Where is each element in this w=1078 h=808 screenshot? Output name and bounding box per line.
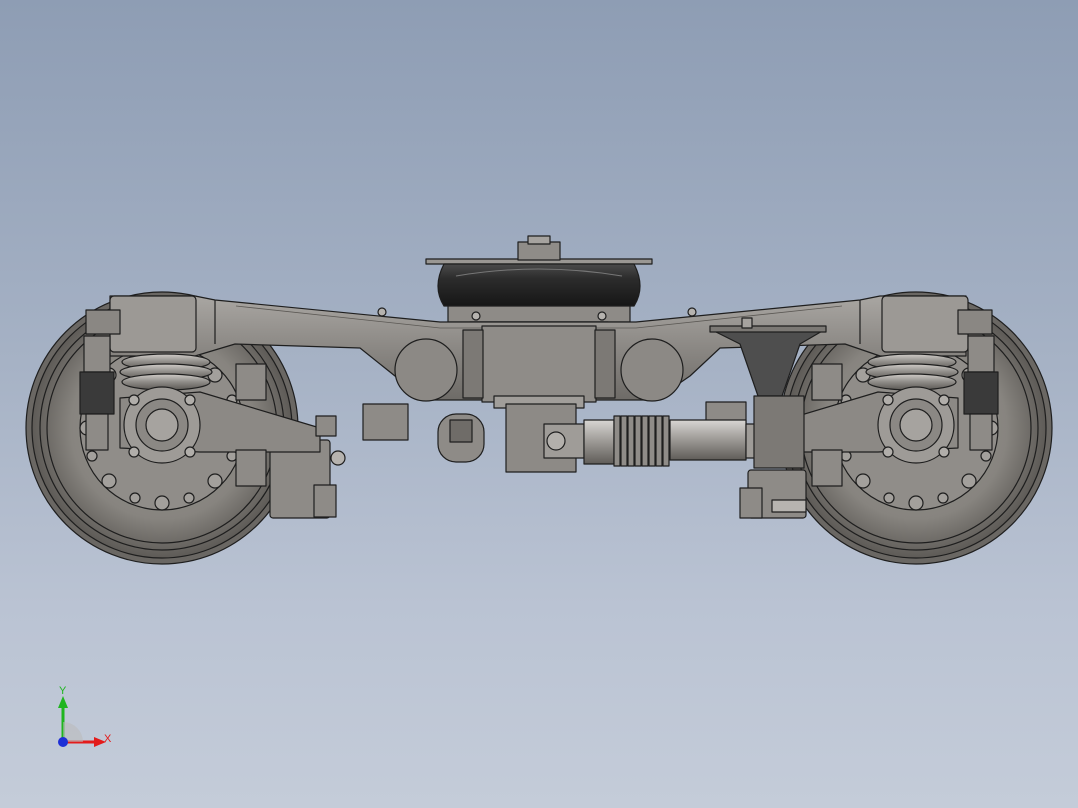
y-axis-label: Y xyxy=(59,685,67,697)
bogie-model xyxy=(25,235,1053,565)
x-axis-label: X xyxy=(104,733,112,745)
coordinate-triad[interactable]: X Y xyxy=(50,684,120,754)
cad-viewport[interactable]: X Y xyxy=(0,0,1078,808)
air-spring xyxy=(425,235,653,333)
